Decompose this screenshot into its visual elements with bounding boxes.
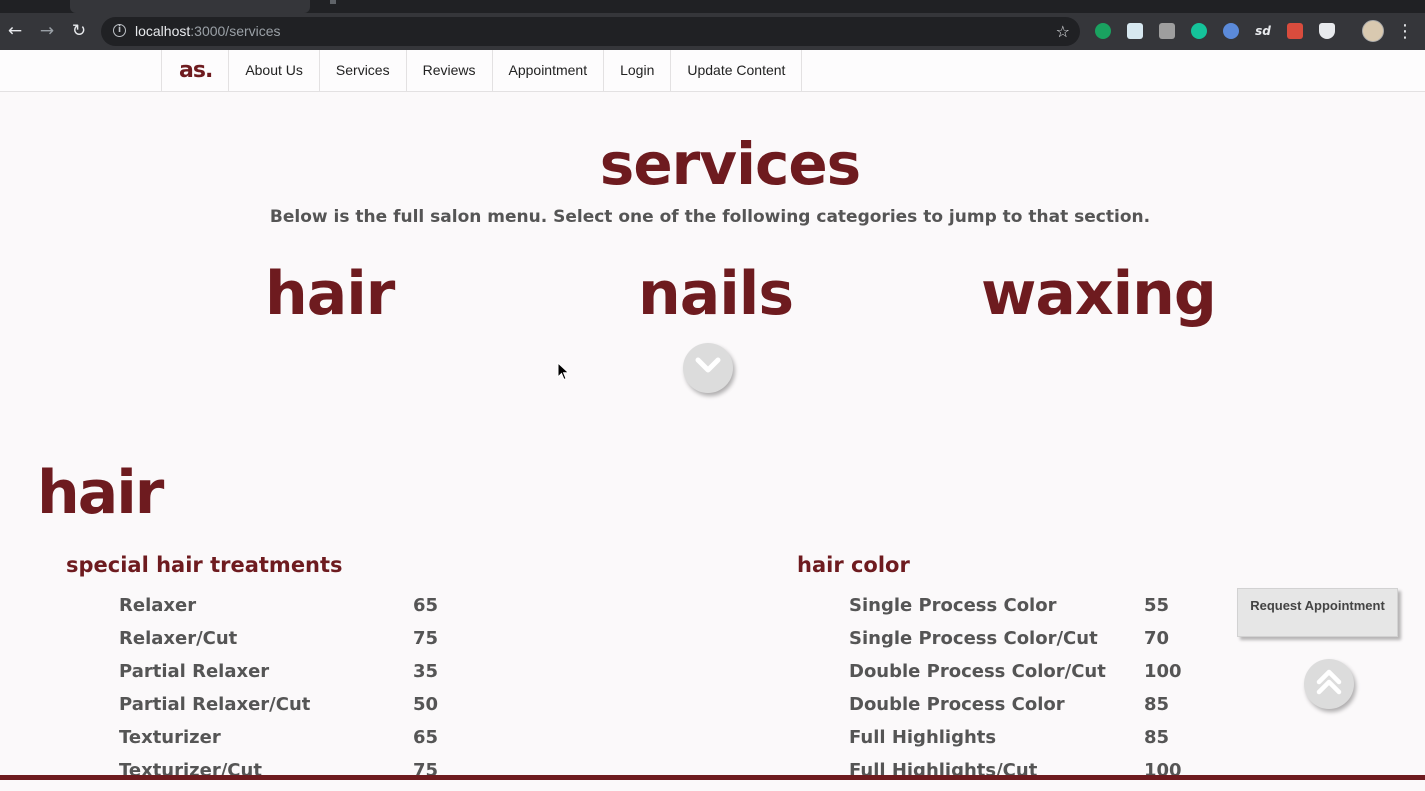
nav-update-content[interactable]: Update Content [671,50,803,91]
service-price: 100 [1144,760,1182,781]
scroll-down-button[interactable] [683,343,733,393]
special-treatments-list: Relaxer 65 Relaxer/Cut 75 Partial Relaxer 3… [119,593,499,791]
service-price: 85 [1144,727,1170,748]
mouse-cursor-icon [557,362,570,381]
nav-login[interactable]: Login [604,50,672,91]
service-row: Double Process Color 85 [849,692,1229,725]
section-title-hair: hair [37,458,164,528]
url-path: :3000/services [190,23,281,39]
service-name: Double Process Color [849,694,1065,715]
site-logo[interactable]: as. [162,50,230,91]
service-price: 55 [1144,595,1170,616]
services-intro: Below is the full salon menu. Select one… [269,207,1151,227]
service-row: Double Process Color/Cut 100 [849,659,1229,692]
service-price: 75 [413,628,439,649]
service-price: 85 [1144,694,1170,715]
service-row: Relaxer/Cut 75 [119,626,499,659]
grammarly-icon[interactable] [1191,23,1207,39]
info-icon[interactable]: i [113,24,126,37]
service-name: Full Highlights [849,727,997,748]
scroll-to-top-button[interactable] [1304,659,1354,709]
browser-tab-inactive[interactable] [330,0,336,4]
category-link-hair[interactable]: hair [265,254,395,334]
hair-color-list: Single Process Color 55 Single Process Co… [849,593,1229,791]
nav-appointment[interactable]: Appointment [493,50,605,91]
extension-red-icon[interactable] [1287,23,1303,39]
browser-tab-active[interactable] [70,0,310,13]
subsection-title-special-treatments: special hair treatments [66,553,343,577]
profile-avatar[interactable] [1362,20,1384,42]
double-chevron-up-icon [1316,669,1342,695]
service-price: 35 [413,661,439,682]
more-menu-icon[interactable]: ⋮ [1396,13,1414,50]
service-price: 100 [1144,661,1182,682]
extension-sd-icon[interactable]: sd [1255,23,1271,39]
request-appointment-button[interactable]: Request Appointment [1237,588,1398,637]
url-text[interactable]: localhost:3000/services [135,17,281,46]
service-row: Relaxer 65 [119,593,499,626]
bookmark-star-icon[interactable]: ☆ [1056,17,1070,46]
service-row: Partial Relaxer 35 [119,659,499,692]
shield-icon[interactable] [1319,23,1335,39]
nav-about-us[interactable]: About Us [229,50,320,91]
service-name: Double Process Color/Cut [849,661,1106,682]
service-row: Texturizer 65 [119,725,499,758]
service-name: Relaxer/Cut [119,628,238,649]
site-navbar: as. About Us Services Reviews Appointmen… [0,50,1425,92]
nav-list: as. About Us Services Reviews Appointmen… [161,50,803,91]
category-link-waxing[interactable]: waxing [981,254,1217,334]
browser-toolbar: ← → ↻ i localhost:3000/services ☆ sd ⋮ [0,13,1425,50]
service-name: Texturizer [119,727,221,748]
service-price: 75 [413,760,439,781]
service-row: Full Highlights 85 [849,725,1229,758]
nav-services[interactable]: Services [320,50,407,91]
extension-bookmark-icon[interactable] [1127,23,1143,39]
back-arrow-icon[interactable]: ← [3,13,27,50]
service-price: 65 [413,727,439,748]
service-name: Single Process Color [849,595,1057,616]
service-name: Full Highlights/Cut [849,760,1038,781]
category-link-nails[interactable]: nails [638,254,794,334]
service-price: 50 [413,694,439,715]
extension-green-icon[interactable] [1095,23,1111,39]
url-host: localhost [135,23,191,39]
chevron-down-icon [695,357,721,373]
service-name: Texturizer/Cut [119,760,262,781]
service-row: Single Process Color 55 [849,593,1229,626]
extension-dev-icon[interactable] [1223,23,1239,39]
service-price: 65 [413,595,439,616]
nav-reviews[interactable]: Reviews [407,50,493,91]
subsection-title-hair-color: hair color [797,553,910,577]
service-name: Relaxer [119,595,197,616]
service-name: Partial Relaxer [119,661,270,682]
service-name: Partial Relaxer/Cut [119,694,311,715]
reload-icon[interactable]: ↻ [67,13,91,50]
service-price: 70 [1144,628,1170,649]
forward-arrow-icon[interactable]: → [35,13,59,50]
browser-tabstrip [0,0,1425,13]
address-bar[interactable]: i localhost:3000/services ☆ [101,17,1080,46]
footer-accent-bar [0,775,1425,780]
service-name: Single Process Color/Cut [849,628,1098,649]
extension-k-icon[interactable] [1159,23,1175,39]
service-row: Partial Relaxer/Cut 50 [119,692,499,725]
page-title: services [599,130,861,198]
service-row: Single Process Color/Cut 70 [849,626,1229,659]
